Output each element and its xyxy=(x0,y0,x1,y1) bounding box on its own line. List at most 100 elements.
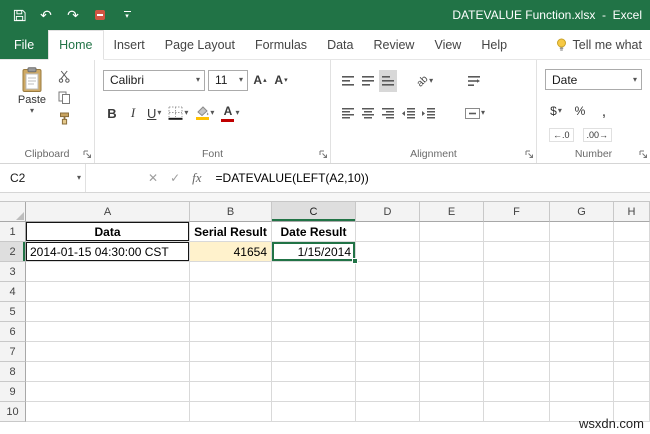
italic-button[interactable]: I xyxy=(124,102,142,124)
row-header-6[interactable]: 6 xyxy=(0,322,26,342)
cell-H3[interactable] xyxy=(614,262,650,282)
cell-G7[interactable] xyxy=(550,342,614,362)
align-left-button[interactable] xyxy=(339,102,357,124)
tab-page-layout[interactable]: Page Layout xyxy=(155,30,245,59)
column-header-d[interactable]: D xyxy=(356,202,420,222)
cell-B9[interactable] xyxy=(190,382,272,402)
cell-D4[interactable] xyxy=(356,282,420,302)
cell-C7[interactable] xyxy=(272,342,356,362)
cell-D7[interactable] xyxy=(356,342,420,362)
cell-H9[interactable] xyxy=(614,382,650,402)
cell-E7[interactable] xyxy=(420,342,484,362)
copy-button[interactable] xyxy=(58,91,71,104)
cell-D6[interactable] xyxy=(356,322,420,342)
column-header-h[interactable]: H xyxy=(614,202,650,222)
cell-A8[interactable] xyxy=(26,362,190,382)
cell-A7[interactable] xyxy=(26,342,190,362)
cell-B1[interactable]: Serial Result xyxy=(190,222,272,242)
cell-D2[interactable] xyxy=(356,242,420,262)
cut-button[interactable] xyxy=(58,70,71,83)
cancel-button[interactable]: ✕ xyxy=(148,171,158,185)
cell-C4[interactable] xyxy=(272,282,356,302)
cell-C2[interactable]: 1/15/2014 xyxy=(272,242,358,264)
cell-G9[interactable] xyxy=(550,382,614,402)
cell-F7[interactable] xyxy=(484,342,550,362)
cell-D5[interactable] xyxy=(356,302,420,322)
tab-insert[interactable]: Insert xyxy=(104,30,155,59)
cell-F10[interactable] xyxy=(484,402,550,422)
cell-G1[interactable] xyxy=(550,222,614,242)
name-box[interactable]: C2 ▾ xyxy=(0,164,86,192)
cell-A5[interactable] xyxy=(26,302,190,322)
row-header-7[interactable]: 7 xyxy=(0,342,26,362)
column-header-f[interactable]: F xyxy=(484,202,550,222)
cell-H1[interactable] xyxy=(614,222,650,242)
row-header-10[interactable]: 10 xyxy=(0,402,26,422)
cell-E4[interactable] xyxy=(420,282,484,302)
grow-font-button[interactable]: A ▴ xyxy=(251,69,269,91)
cell-F6[interactable] xyxy=(484,322,550,342)
percent-style-button[interactable]: % xyxy=(571,100,589,122)
cell-C9[interactable] xyxy=(272,382,356,402)
insert-function-button[interactable]: fx xyxy=(192,170,201,186)
cell-E10[interactable] xyxy=(420,402,484,422)
undo-button[interactable]: ↶ xyxy=(39,7,53,23)
cell-H4[interactable] xyxy=(614,282,650,302)
cell-E5[interactable] xyxy=(420,302,484,322)
column-header-a[interactable]: A xyxy=(26,202,190,222)
cell-B3[interactable] xyxy=(190,262,272,282)
middle-align-button[interactable] xyxy=(359,70,377,92)
cell-D8[interactable] xyxy=(356,362,420,382)
column-header-g[interactable]: G xyxy=(550,202,614,222)
clipboard-dialog-launcher[interactable] xyxy=(82,149,92,159)
qat-custom-button[interactable] xyxy=(93,7,107,23)
top-align-button[interactable] xyxy=(339,70,357,92)
redo-button[interactable]: ↷ xyxy=(66,7,80,23)
enter-button[interactable]: ✓ xyxy=(170,171,180,185)
save-button[interactable] xyxy=(12,7,26,23)
cell-F5[interactable] xyxy=(484,302,550,322)
tab-formulas[interactable]: Formulas xyxy=(245,30,317,59)
cell-B6[interactable] xyxy=(190,322,272,342)
cell-D3[interactable] xyxy=(356,262,420,282)
increase-indent-button[interactable] xyxy=(419,102,437,124)
cell-A10[interactable] xyxy=(26,402,190,422)
bottom-align-button[interactable] xyxy=(379,70,397,92)
cell-H2[interactable] xyxy=(614,242,650,262)
tab-data[interactable]: Data xyxy=(317,30,363,59)
cell-B7[interactable] xyxy=(190,342,272,362)
row-header-9[interactable]: 9 xyxy=(0,382,26,402)
cell-G8[interactable] xyxy=(550,362,614,382)
tab-review[interactable]: Review xyxy=(363,30,424,59)
cell-A9[interactable] xyxy=(26,382,190,402)
cell-B2[interactable]: 41654 xyxy=(190,242,272,262)
font-color-button[interactable]: A ▾ xyxy=(219,102,241,124)
alignment-dialog-launcher[interactable] xyxy=(524,149,534,159)
cell-F4[interactable] xyxy=(484,282,550,302)
cell-E6[interactable] xyxy=(420,322,484,342)
cell-A1[interactable]: Data xyxy=(26,222,190,242)
cell-H5[interactable] xyxy=(614,302,650,322)
column-header-e[interactable]: E xyxy=(420,202,484,222)
cell-G2[interactable] xyxy=(550,242,614,262)
row-header-5[interactable]: 5 xyxy=(0,302,26,322)
cell-D9[interactable] xyxy=(356,382,420,402)
comma-style-button[interactable]: , xyxy=(595,100,613,122)
decrease-decimal-button[interactable]: .00→ xyxy=(581,124,615,146)
orientation-button[interactable]: ab ▾ xyxy=(415,70,435,92)
increase-decimal-button[interactable]: ←.0 xyxy=(547,124,576,146)
cell-C10[interactable] xyxy=(272,402,356,422)
customize-quick-access-button[interactable]: ▾ xyxy=(120,7,134,23)
cell-D1[interactable] xyxy=(356,222,420,242)
cell-A2[interactable]: 2014-01-15 04:30:00 CST xyxy=(26,242,190,262)
formula-input[interactable]: =DATEVALUE(LEFT(A2,10)) xyxy=(216,171,650,185)
cell-E1[interactable] xyxy=(420,222,484,242)
column-header-b[interactable]: B xyxy=(190,202,272,222)
row-header-3[interactable]: 3 xyxy=(0,262,26,282)
cell-F9[interactable] xyxy=(484,382,550,402)
cell-F3[interactable] xyxy=(484,262,550,282)
row-header-2[interactable]: 2 xyxy=(0,242,26,262)
fill-handle[interactable] xyxy=(352,258,358,264)
number-dialog-launcher[interactable] xyxy=(638,149,648,159)
cell-B5[interactable] xyxy=(190,302,272,322)
